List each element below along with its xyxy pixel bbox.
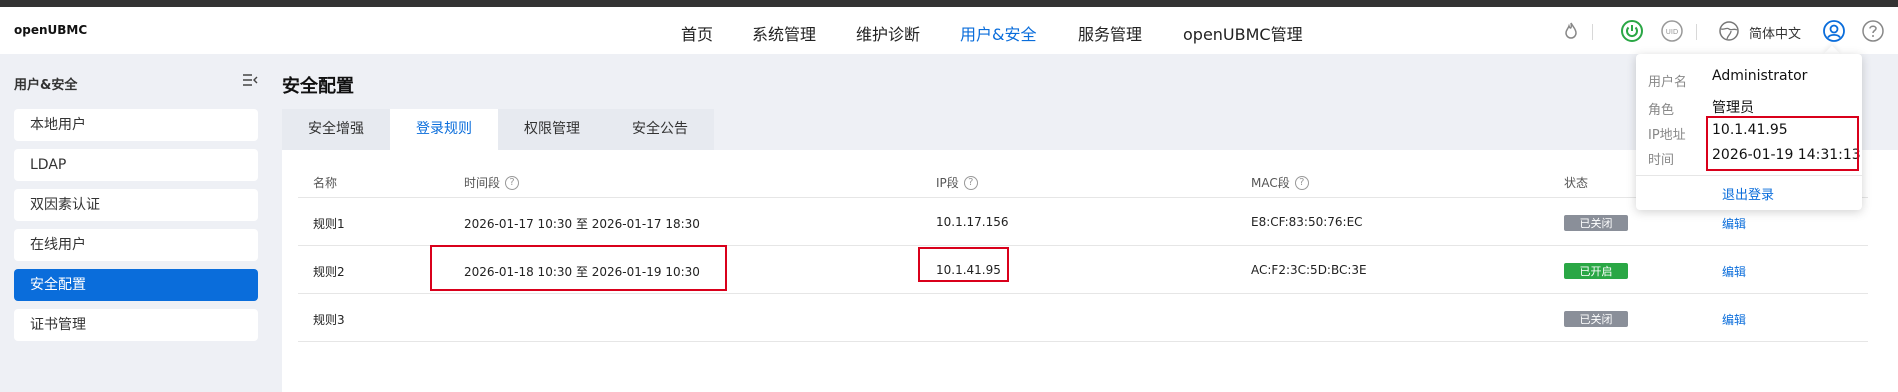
login-time-value: 2026-01-19 14:31:13	[1712, 147, 1861, 163]
ip-label: IP地址	[1648, 128, 1686, 143]
row-divider	[298, 341, 1868, 342]
logout-link[interactable]: 退出登录	[1722, 184, 1774, 203]
status-badge: 已开启	[1564, 263, 1628, 279]
status-badge: 已关闭	[1564, 215, 1628, 231]
brand-logo[interactable]: openUBMC	[14, 23, 87, 37]
help-icon[interactable]: ?	[1294, 175, 1309, 190]
sidebar-item-online-users[interactable]: 在线用户	[14, 229, 258, 261]
collapse-sidebar-icon[interactable]	[242, 72, 258, 88]
role-value: 管理员	[1712, 100, 1754, 116]
window-top-strip	[0, 0, 1898, 7]
rule-mac: AC:F2:3C:5D:BC:3E	[1251, 263, 1367, 277]
status-badge: 已关闭	[1564, 311, 1628, 327]
rule-ip: 10.1.17.156	[936, 215, 1009, 229]
sidebar-item-two-factor[interactable]: 双因素认证	[14, 189, 258, 221]
nav-item-openubmc[interactable]: openUBMC管理	[1183, 21, 1303, 45]
nav-item-system[interactable]: 系统管理	[752, 21, 816, 45]
svg-text:UID: UID	[1666, 28, 1679, 36]
nav-item-services[interactable]: 服务管理	[1078, 21, 1142, 45]
sidebar-item-local-users[interactable]: 本地用户	[14, 109, 258, 141]
nav-item-maintenance[interactable]: 维护诊断	[856, 21, 920, 45]
help-icon[interactable]: ?	[963, 175, 978, 190]
column-header-ip: IP段?	[936, 174, 978, 191]
column-header-mac: MAC段?	[1251, 174, 1309, 191]
rule-mac: E8:CF:83:50:76:EC	[1251, 215, 1363, 229]
nav-item-user-security[interactable]: 用户&安全	[960, 21, 1036, 45]
rule-time-range: 2026-01-17 10:30 至 2026-01-17 18:30	[464, 217, 700, 231]
rule-ip: 10.1.41.95	[936, 263, 1001, 277]
edit-link[interactable]: 编辑	[1722, 215, 1746, 232]
username-label: 用户名	[1648, 75, 1688, 90]
column-header-time: 时间段?	[464, 174, 520, 191]
nav-item-home[interactable]: 首页	[681, 21, 713, 45]
power-icon[interactable]	[1619, 18, 1645, 44]
row-divider	[298, 293, 1868, 294]
tab-permissions[interactable]: 权限管理	[498, 109, 606, 150]
edit-link[interactable]: 编辑	[1722, 311, 1746, 328]
role-label: 角色	[1648, 103, 1675, 118]
language-selector[interactable]: 简体中文	[1749, 23, 1801, 42]
sidebar-title: 用户&安全	[14, 78, 78, 93]
edit-link[interactable]: 编辑	[1722, 263, 1746, 280]
time-label: 时间	[1648, 153, 1675, 168]
rule-name: 规则2	[313, 265, 345, 279]
row-divider	[298, 245, 1868, 246]
help-icon[interactable]: ?	[505, 175, 520, 190]
rule-time-range: 2026-01-18 10:30 至 2026-01-19 10:30	[464, 265, 700, 279]
header-divider	[1696, 24, 1697, 40]
globe-icon[interactable]	[1716, 18, 1742, 44]
tab-security-enhance[interactable]: 安全增强	[282, 109, 390, 150]
uid-icon[interactable]: UID	[1659, 18, 1685, 44]
top-navbar: openUBMC 首页 系统管理 维护诊断 用户&安全 服务管理 openUBM…	[0, 7, 1898, 54]
page-title: 安全配置	[282, 76, 354, 97]
header-divider	[1592, 24, 1593, 40]
username-value: Administrator	[1712, 68, 1808, 84]
help-icon[interactable]	[1860, 18, 1886, 44]
user-icon[interactable]	[1821, 18, 1847, 44]
ip-value: 10.1.41.95	[1712, 122, 1788, 138]
sidebar: 用户&安全 本地用户 LDAP 双因素认证 在线用户 安全配置 证书管理	[0, 54, 268, 392]
column-header-name: 名称	[313, 176, 338, 190]
table-header-divider	[298, 197, 1868, 198]
sidebar-item-certificates[interactable]: 证书管理	[14, 309, 258, 341]
sidebar-item-security-config[interactable]: 安全配置	[14, 269, 258, 301]
tab-login-rules[interactable]: 登录规则	[390, 109, 498, 150]
tab-security-notice[interactable]: 安全公告	[606, 109, 714, 150]
flame-icon[interactable]	[1558, 18, 1584, 44]
rule-name: 规则3	[313, 313, 345, 327]
rule-name: 规则1	[313, 217, 345, 231]
popover-divider	[1636, 175, 1862, 176]
column-header-status: 状态	[1564, 176, 1589, 190]
sidebar-item-ldap[interactable]: LDAP	[14, 149, 258, 181]
